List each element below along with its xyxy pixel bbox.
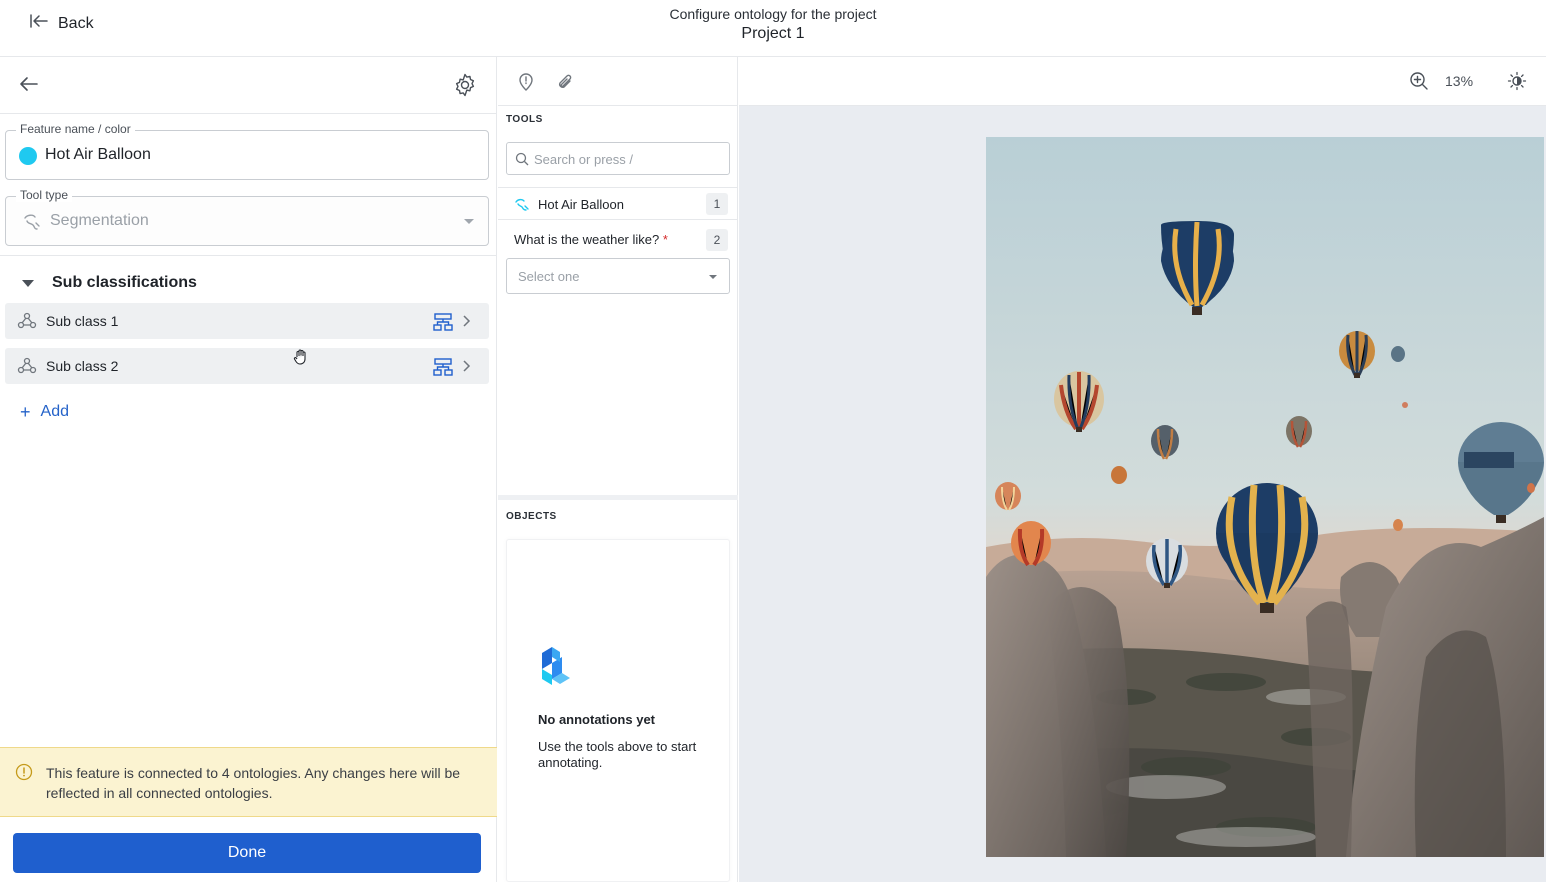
- chevron-down-icon: [464, 219, 474, 224]
- app-logo-icon: [538, 645, 574, 692]
- sub-class-icon: [17, 357, 37, 380]
- feature-editor-panel: Feature name / color Hot Air Balloon Too…: [0, 57, 497, 882]
- hand-cursor-icon: [292, 348, 310, 371]
- project-name: Project 1: [741, 25, 805, 42]
- tools-search-input[interactable]: Search or press /: [506, 142, 730, 175]
- weather-select[interactable]: Select one: [506, 258, 730, 294]
- sub-class-label: Sub class 1: [46, 313, 119, 329]
- tool-item-label: Hot Air Balloon: [538, 197, 624, 212]
- sub-classifications-title: Sub classifications: [52, 274, 197, 291]
- done-button[interactable]: Done: [13, 833, 481, 873]
- viewer-toolbar: 13%: [739, 57, 1546, 106]
- sub-class-item[interactable]: Sub class 1: [5, 303, 489, 339]
- page-title: Configure ontology for the project Proje…: [0, 6, 1546, 43]
- tool-type-select[interactable]: Tool type Segmentation: [5, 188, 489, 246]
- search-placeholder: Search or press /: [534, 152, 633, 167]
- objects-section-label: OBJECTS: [506, 511, 557, 522]
- divider: [0, 255, 497, 256]
- pin-icon[interactable]: [517, 72, 535, 97]
- tools-section-label: TOOLS: [506, 114, 543, 125]
- tree-icon[interactable]: [433, 312, 453, 337]
- warning-text: This feature is connected to 4 ontologie…: [46, 765, 461, 801]
- question-label: What is the weather like? *: [514, 232, 668, 247]
- empty-text: Use the tools above to start annotating.: [538, 739, 697, 770]
- segmentation-icon: [22, 212, 42, 237]
- classification-question: What is the weather like? * 2: [498, 227, 738, 253]
- feature-name-field[interactable]: Feature name / color Hot Air Balloon: [5, 122, 489, 180]
- tree-icon[interactable]: [433, 357, 453, 382]
- chevron-down-icon: [709, 275, 717, 279]
- select-placeholder: Select one: [518, 269, 580, 284]
- arrow-left-icon[interactable]: [18, 73, 40, 100]
- add-sub-class-button[interactable]: + Add: [20, 403, 69, 421]
- feature-name-label: Feature name / color: [16, 122, 135, 136]
- ontology-warning-banner: This feature is connected to 4 ontologie…: [0, 747, 497, 817]
- feature-name-value: Hot Air Balloon: [45, 146, 151, 163]
- sub-class-label: Sub class 2: [46, 358, 119, 374]
- gear-icon[interactable]: [452, 72, 478, 103]
- chevron-right-icon[interactable]: [462, 359, 472, 378]
- tool-type-value: Segmentation: [50, 212, 149, 229]
- tools-panel: TOOLS Search or press / Hot Air Balloon …: [498, 57, 738, 882]
- search-icon: [515, 152, 529, 171]
- tools-toolbar: [498, 57, 738, 106]
- segmentation-icon: [514, 197, 530, 218]
- collapse-triangle-icon: [22, 279, 34, 287]
- tool-type-label: Tool type: [16, 188, 73, 202]
- sub-class-item[interactable]: Sub class 2: [5, 348, 489, 384]
- zoom-in-icon[interactable]: [1409, 71, 1429, 96]
- shortcut-badge: 2: [706, 229, 728, 251]
- image-viewer: 13%: [739, 57, 1546, 882]
- zoom-level[interactable]: 13%: [1445, 73, 1473, 89]
- paperclip-icon[interactable]: [556, 72, 576, 97]
- warning-icon: [15, 763, 33, 786]
- annotation-image[interactable]: [986, 137, 1544, 857]
- add-label: Add: [40, 403, 69, 420]
- tool-item-hot-air-balloon[interactable]: Hot Air Balloon 1: [498, 187, 738, 220]
- panel-divider[interactable]: [498, 495, 738, 500]
- sub-classifications-toggle[interactable]: Sub classifications: [22, 274, 197, 292]
- top-bar: Back Configure ontology for the project …: [0, 0, 1546, 57]
- page-subtitle: Configure ontology for the project: [669, 6, 877, 22]
- sub-class-icon: [17, 312, 37, 335]
- question-text: What is the weather like?: [514, 232, 660, 247]
- chevron-right-icon[interactable]: [462, 314, 472, 333]
- empty-title: No annotations yet: [538, 712, 656, 727]
- objects-empty-state: No annotations yet Use the tools above t…: [506, 539, 730, 882]
- plus-icon: +: [20, 402, 31, 422]
- required-mark: *: [662, 232, 668, 247]
- shortcut-badge: 1: [706, 193, 728, 215]
- feature-color-swatch[interactable]: [19, 147, 37, 165]
- feature-editor-header: [0, 57, 497, 114]
- brightness-icon[interactable]: [1507, 71, 1527, 96]
